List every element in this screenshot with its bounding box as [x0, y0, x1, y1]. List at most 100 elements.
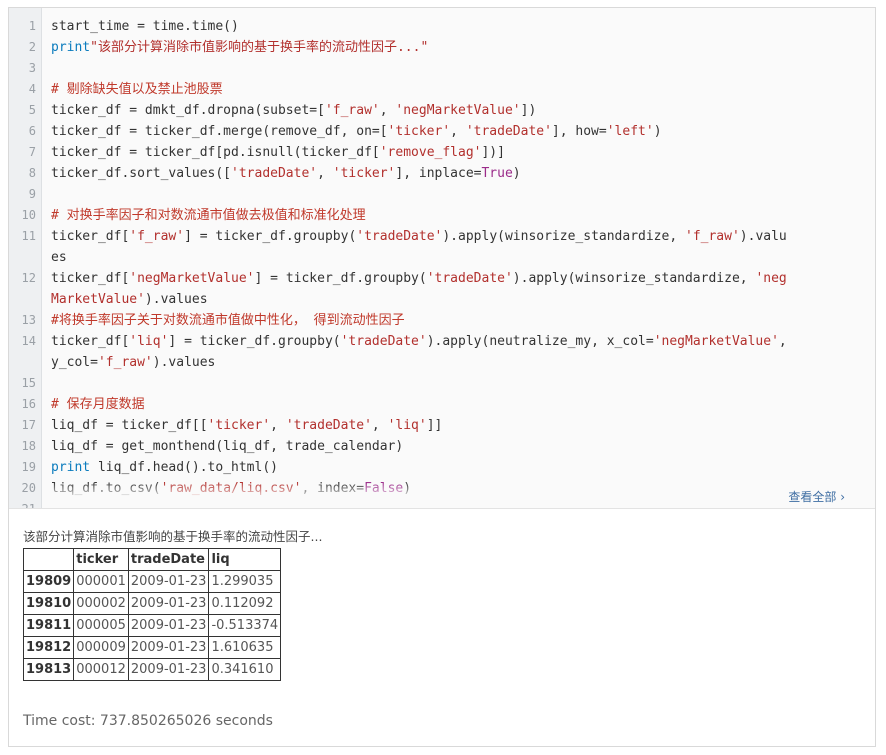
code-lines: 1 start_time = time.time() 2 print"该部分计算消除市…	[9, 16, 875, 508]
table-cell: 000001	[73, 570, 129, 593]
code-line: 2 print"该部分计算消除市值影响的基于换手率的流动性因子..."	[9, 37, 875, 58]
code-line: 8 ticker_df.sort_values(['tradeDate', 'ti…	[9, 163, 875, 184]
code-line: 16 # 保存月度数据	[9, 394, 875, 415]
code-line: 1 start_time = time.time()	[9, 16, 875, 37]
table-cell: 2009-01-23	[127, 636, 210, 659]
line-number: 2	[28, 40, 36, 54]
code-token: 'f_raw'	[324, 103, 380, 118]
line-number: 16	[21, 397, 36, 411]
code-line: 14 ticker_df['liq'] = ticker_df.groupby('…	[9, 331, 875, 373]
code-token: )	[653, 124, 662, 139]
line-number: 17	[21, 418, 36, 432]
row-index: 19809	[22, 570, 75, 593]
code-token: # 剔除缺失值以及禁止池股票	[51, 82, 223, 97]
code-line: 4 # 剔除缺失值以及禁止池股票	[9, 79, 875, 100]
code-token: print	[51, 40, 91, 55]
code-token: # 对换手率因子和对数流通市值做去极值和标准化处理	[51, 208, 366, 223]
code-text: # 保存月度数据	[41, 394, 791, 415]
row-index: 19813	[22, 658, 75, 681]
line-number: 11	[21, 229, 36, 243]
table-header-row: ticker tradeDate liq	[22, 548, 282, 571]
code-text: # 对换手率因子和对数流通市值做去极值和标准化处理	[41, 205, 791, 226]
code-token: ,	[371, 418, 388, 433]
code-token: ,	[450, 124, 466, 139]
line-number: 8	[28, 166, 36, 180]
table-cell: 0.341610	[208, 658, 282, 681]
code-token: ])	[520, 103, 537, 118]
code-text: ticker_df.sort_values(['tradeDate', 'tic…	[41, 163, 791, 184]
code-editor[interactable]: 1 start_time = time.time() 2 print"该部分计算消除市…	[9, 8, 875, 508]
code-token: ], inplace=	[395, 166, 482, 181]
table-cell: 2009-01-23	[127, 658, 210, 681]
code-text: ticker_df = dmkt_df.dropna(subset=['f_ra…	[41, 100, 791, 121]
code-token: "该部分计算消除市值影响的基于换手率的流动性因子..."	[90, 40, 429, 55]
code-token: # 保存月度数据	[51, 397, 145, 412]
code-token: 'tradeDate'	[231, 166, 318, 181]
code-fade-overlay	[42, 482, 875, 508]
notebook-cell: 1 start_time = time.time() 2 print"该部分计算消除市…	[8, 7, 876, 747]
code-line: 7 ticker_df = ticker_df[pd.isnull(ticker_…	[9, 142, 875, 163]
code-text: ticker_df = ticker_df[pd.isnull(ticker_d…	[41, 142, 791, 163]
code-token: 'tradeDate'	[426, 271, 513, 286]
code-token: 'left'	[606, 124, 654, 139]
line-number: 5	[28, 103, 36, 117]
line-number: 13	[21, 313, 36, 327]
table-cell: 1.610635	[208, 636, 282, 659]
table-cell: 2009-01-23	[127, 570, 210, 593]
code-token: ticker_df = ticker_df.merge(remove_df, o…	[51, 124, 388, 139]
code-token: ticker_df.sort_values([	[51, 166, 232, 181]
table-cell: -0.513374	[208, 614, 282, 637]
code-token: ticker_df[	[51, 334, 130, 349]
code-token: 'tradeDate'	[465, 124, 552, 139]
code-token: ] = ticker_df.groupby(	[254, 271, 427, 286]
code-token: ] = ticker_df.groupby(	[184, 229, 357, 244]
code-token: )	[512, 166, 521, 181]
row-index: 19810	[22, 592, 75, 615]
code-token: 'ticker'	[387, 124, 451, 139]
code-token: 'tradeDate'	[340, 334, 427, 349]
code-token: 'f_raw'	[97, 355, 153, 370]
code-line: 12 ticker_df['negMarketValue'] = ticker_d…	[9, 268, 875, 310]
code-line: 17 liq_df = ticker_df[['ticker', 'tradeDa…	[9, 415, 875, 436]
code-token: ]]	[426, 418, 443, 433]
code-line: 3	[9, 58, 875, 79]
code-token: ticker_df[	[51, 229, 130, 244]
code-token: True	[481, 166, 513, 181]
table-row: 19811 000005 2009-01-23 -0.513374	[22, 614, 282, 637]
code-token: ).apply(winsorize_standardize,	[512, 271, 756, 286]
line-number: 1	[28, 19, 36, 33]
code-token: ], how=	[551, 124, 607, 139]
code-line: 5 ticker_df = dmkt_df.dropna(subset=['f_r…	[9, 100, 875, 121]
code-text: liq_df = get_monthend(liq_df, trade_cale…	[41, 436, 791, 457]
line-number: 12	[21, 271, 36, 285]
code-line: 6 ticker_df = ticker_df.merge(remove_df, …	[9, 121, 875, 142]
line-number: 19	[21, 460, 36, 474]
code-token: ).apply(neutralize_my, x_col=	[426, 334, 654, 349]
row-index: 19812	[22, 636, 75, 659]
code-token: print	[51, 460, 91, 475]
code-token: 'tradeDate'	[285, 418, 372, 433]
row-index: 19811	[22, 614, 75, 637]
line-number: 20	[21, 481, 36, 495]
code-text: ticker_df['liq'] = ticker_df.groupby('tr…	[41, 331, 791, 373]
code-token: 'remove_flag'	[379, 145, 482, 160]
line-number: 21	[9, 499, 41, 508]
code-text: # 剔除缺失值以及禁止池股票	[41, 79, 791, 100]
code-token: liq_df = get_monthend(liq_df, trade_cale…	[51, 439, 404, 454]
code-text: #将换手率因子关于对数流通市值做中性化， 得到流动性因子	[41, 310, 791, 331]
code-token: liq_df.head().to_html()	[90, 460, 278, 475]
code-line: 15	[9, 373, 875, 394]
view-all-link[interactable]: 查看全部 ›	[788, 488, 845, 505]
cell-output: 该部分计算消除市值影响的基于换手率的流动性因子... ticker tradeDa…	[22, 526, 322, 681]
code-token: ] = ticker_df.groupby(	[168, 334, 341, 349]
column-header: liq	[208, 548, 282, 571]
code-line: 13 #将换手率因子关于对数流通市值做中性化， 得到流动性因子	[9, 310, 875, 331]
code-token: 'tradeDate'	[356, 229, 443, 244]
table-row: 19812 000009 2009-01-23 1.610635	[22, 636, 282, 659]
code-token: 'liq'	[387, 418, 427, 433]
code-token: ])]	[481, 145, 505, 160]
code-text: ticker_df = ticker_df.merge(remove_df, o…	[41, 121, 791, 142]
table-cell: 0.112092	[208, 592, 282, 615]
